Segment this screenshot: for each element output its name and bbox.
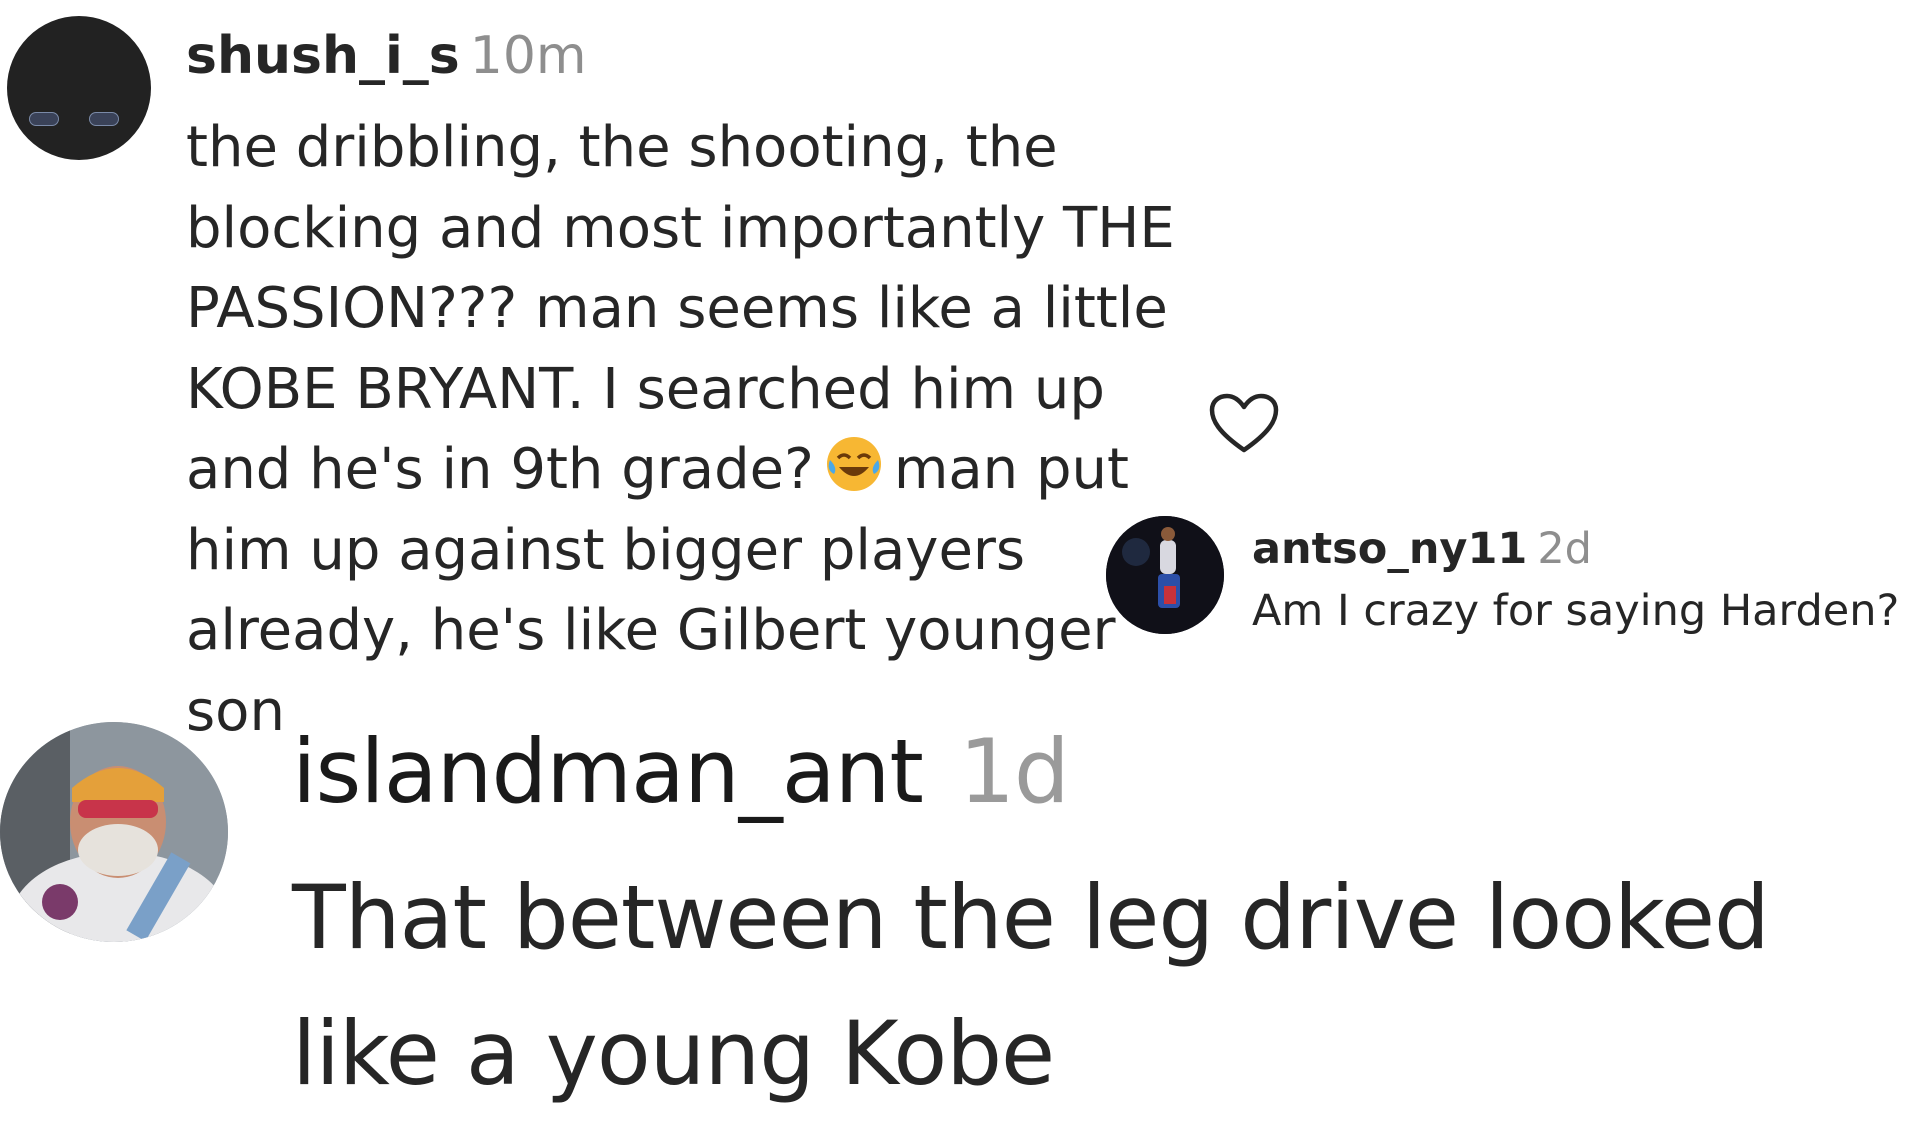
face-with-tears-of-joy-icon [826,437,881,491]
timestamp: 2d [1537,524,1592,574]
comment-text: That between the leg drive looked like a… [292,866,1770,1105]
comment-text: the dribbling, the shooting, the blockin… [186,108,1186,752]
comment-header: antso_ny11 2d [1252,524,1592,574]
avatar-islandman-ant[interactable] [0,722,228,942]
comment-header: shush_i_s 10m [186,26,587,86]
username-link[interactable]: shush_i_s [186,26,460,86]
avatar-shush-i-s[interactable] [7,16,151,160]
avatar-photo-icon [1106,516,1224,634]
avatar-pill-left [29,112,59,126]
username-link[interactable]: antso_ny11 [1252,524,1527,574]
username-link[interactable]: islandman_ant [292,720,924,823]
avatar-pill-right [89,112,119,126]
timestamp: 10m [469,26,587,86]
heart-icon[interactable] [1208,392,1280,456]
timestamp: 1d [958,720,1070,823]
comment-text: Am I crazy for saying Harden? [1252,586,1900,636]
avatar-photo-icon [0,722,228,942]
comment-header: islandman_ant 1d [292,720,1070,823]
avatar-antso-ny11[interactable] [1106,516,1224,634]
